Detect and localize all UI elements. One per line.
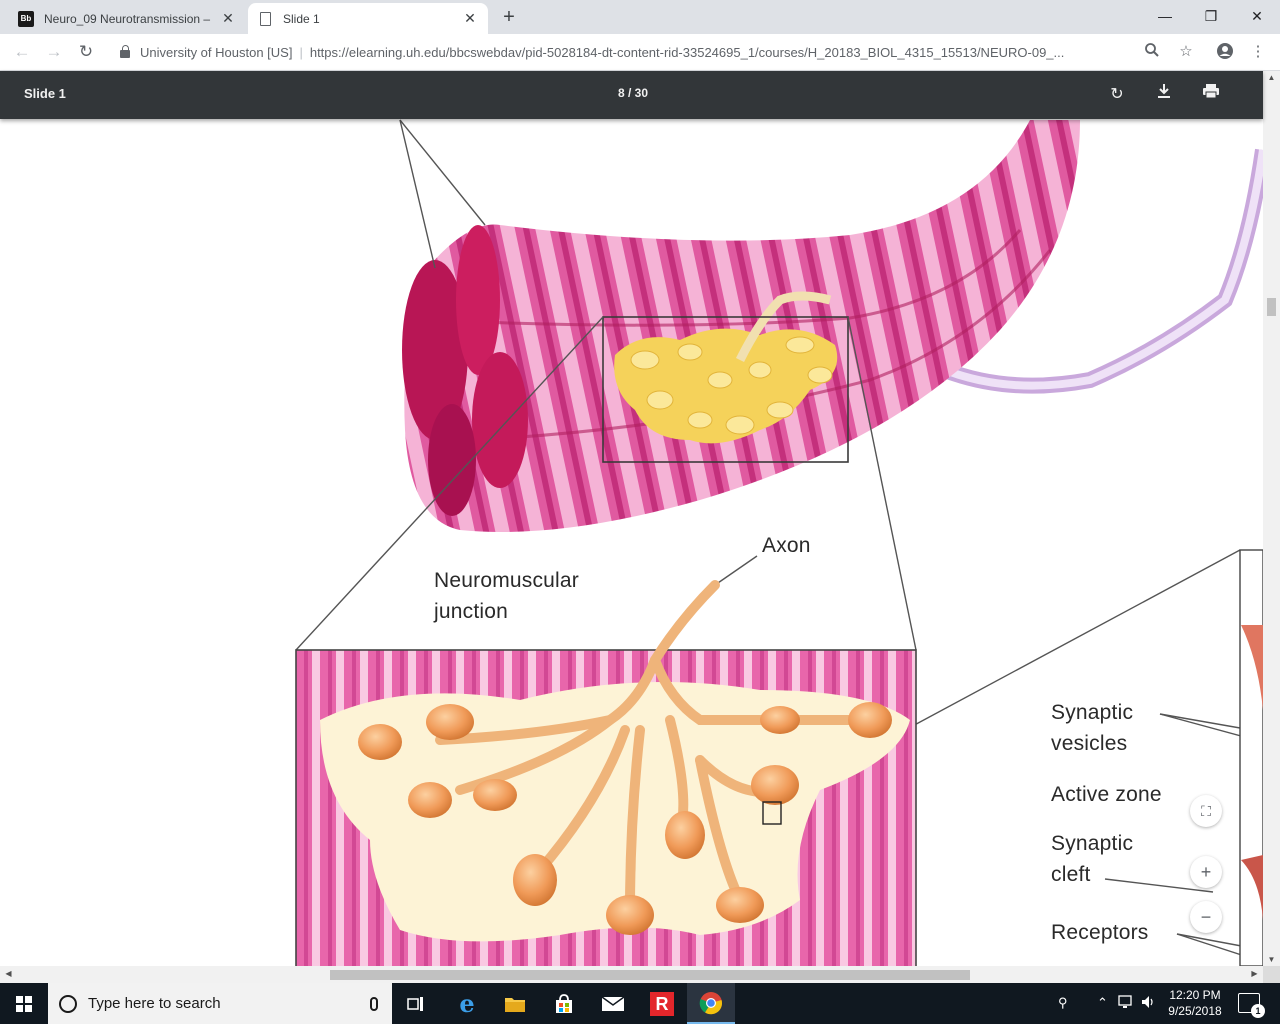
search-placeholder: Type here to search (88, 995, 221, 1012)
volume-icon[interactable] (1141, 995, 1157, 1012)
menu-icon[interactable]: ⋮ (1248, 42, 1268, 62)
start-button[interactable] (0, 983, 48, 1024)
forward-button[interactable]: → (43, 41, 65, 63)
network-icon[interactable] (1118, 995, 1136, 1012)
label-cleft: cleft (1051, 863, 1091, 886)
address-bar[interactable]: University of Houston [US] | https://ele… (112, 38, 1144, 66)
url-text[interactable]: https://elearning.uh.edu/bbcswebdav/pid-… (310, 45, 1110, 60)
synapse-detail-panel (1239, 549, 1263, 966)
label-active-zone: Active zone (1051, 783, 1162, 806)
lock-icon[interactable] (120, 45, 130, 58)
people-icon[interactable]: ⚲ (1058, 995, 1068, 1011)
chrome-icon[interactable] (687, 983, 735, 1024)
label-synaptic: Synaptic (1051, 832, 1134, 855)
tray-overflow-icon[interactable]: ⌃ (1097, 995, 1108, 1011)
vertical-scroll-thumb[interactable] (1267, 298, 1276, 316)
scroll-right-arrow[interactable]: ▶ (1246, 969, 1263, 978)
url-separator: | (299, 44, 303, 60)
new-tab-button[interactable]: + (498, 6, 520, 29)
file-explorer-icon[interactable] (491, 983, 539, 1024)
zoom-icon[interactable] (1142, 42, 1162, 62)
rotate-icon[interactable]: ↻ (1105, 83, 1129, 107)
label-neuromuscular: Neuromuscular (434, 569, 579, 592)
zoom-out-button[interactable]: − (1190, 901, 1222, 933)
notification-badge: 1 (1251, 1004, 1265, 1018)
mail-icon[interactable] (589, 983, 637, 1024)
tab-neuro-09[interactable]: Bb Neuro_09 Neurotransmission – ✕ (8, 3, 246, 34)
tab-slide-1[interactable]: Slide 1 ✕ (248, 3, 488, 34)
reload-button[interactable]: ↻ (75, 41, 97, 63)
label-receptors: Receptors (1051, 921, 1149, 944)
label-synaptic: Synaptic (1051, 701, 1134, 724)
page-indicator[interactable]: 8 / 30 (560, 86, 706, 100)
browser-toolbar: ← → ↻ University of Houston [US] | https… (0, 34, 1280, 71)
clock-date: 9/25/2018 (1168, 1004, 1222, 1018)
horizontal-scroll-thumb[interactable] (330, 970, 970, 980)
label-vesicles: vesicles (1051, 732, 1128, 755)
blackboard-icon: Bb (18, 10, 34, 27)
zoom-in-button[interactable]: + (1190, 856, 1222, 888)
task-view-icon[interactable] (392, 983, 440, 1024)
pdf-page-viewport[interactable]: Axon Neuromuscular junction Synaptic ves… (0, 119, 1263, 966)
r-app-icon[interactable]: R (638, 983, 686, 1024)
scroll-up-arrow[interactable]: ▲ (1263, 73, 1280, 82)
tab-title: Neuro_09 Neurotransmission – (44, 11, 211, 26)
microphone-icon[interactable] (370, 996, 378, 1011)
account-icon[interactable] (1215, 42, 1235, 62)
clock-time: 12:20 PM (1169, 988, 1221, 1002)
fit-page-button[interactable]: ⛶ (1190, 795, 1222, 827)
store-icon[interactable] (540, 983, 588, 1024)
close-tab-icon[interactable]: ✕ (220, 10, 236, 27)
windows-logo-icon (16, 995, 32, 1012)
close-tab-icon[interactable]: ✕ (462, 10, 478, 27)
action-center-icon[interactable]: 1 (1238, 993, 1265, 1018)
windows-taskbar: Type here to search e R ⚲ ⌃ 12:20 PM 9/2… (0, 983, 1280, 1024)
pdf-toolbar: Slide 1 8 / 30 ↻ (0, 71, 1263, 119)
download-icon[interactable] (1152, 83, 1176, 107)
horizontal-scrollbar[interactable]: ◀ ▶ (0, 966, 1263, 983)
tab-strip: Bb Neuro_09 Neurotransmission – ✕ Slide … (0, 0, 1280, 34)
vertical-scrollbar[interactable]: ▲ ▼ (1263, 71, 1280, 966)
scroll-down-arrow[interactable]: ▼ (1263, 955, 1280, 964)
star-icon[interactable]: ☆ (1176, 42, 1196, 62)
system-clock[interactable]: 12:20 PM 9/25/2018 (1160, 987, 1230, 1019)
label-axon: Axon (762, 534, 811, 557)
scroll-corner (1263, 966, 1280, 983)
page-icon (260, 11, 271, 26)
scroll-left-arrow[interactable]: ◀ (0, 969, 17, 978)
site-identity: University of Houston [US] (140, 44, 293, 60)
cortana-icon (59, 994, 77, 1013)
back-button[interactable]: ← (11, 41, 33, 63)
label-junction: junction (434, 600, 508, 623)
print-icon[interactable] (1199, 83, 1223, 107)
taskbar-search[interactable]: Type here to search (48, 983, 392, 1024)
minimize-button[interactable]: — (1142, 4, 1188, 28)
tab-title: Slide 1 (283, 11, 320, 26)
restore-button[interactable]: ❐ (1188, 4, 1234, 28)
edge-icon[interactable]: e (443, 983, 491, 1024)
pdf-title: Slide 1 (24, 86, 66, 101)
close-window-button[interactable]: ✕ (1234, 4, 1280, 28)
